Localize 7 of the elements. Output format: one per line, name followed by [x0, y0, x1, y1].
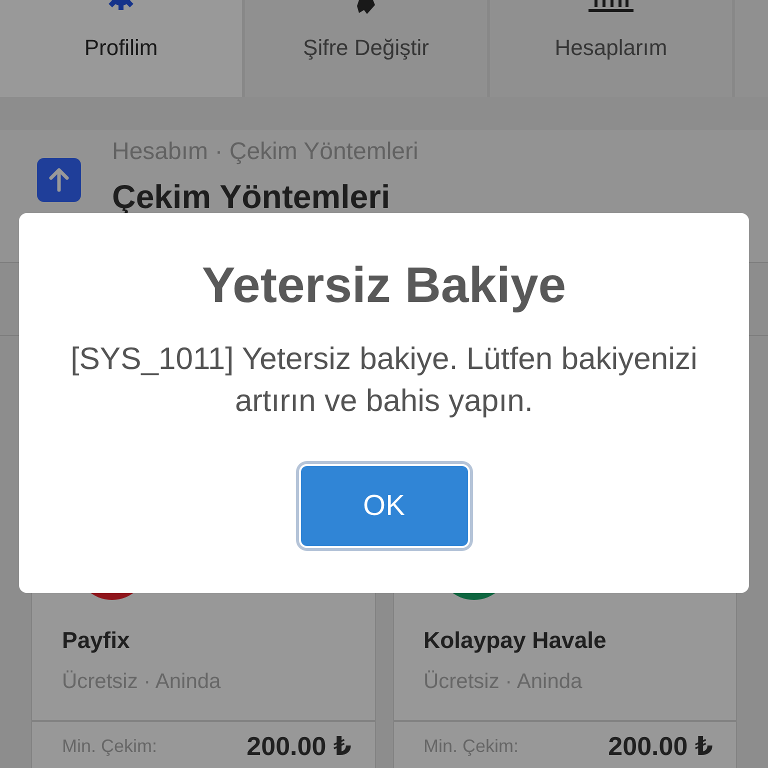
min-withdrawal-amount: 200.00 ₺	[608, 731, 713, 762]
min-withdrawal-amount: 200.00 ₺	[246, 731, 352, 762]
dialog-message: [SYS_1011] Yetersiz bakiye. Lütfen bakiyenizi artırın ve bahis yapın.	[70, 340, 698, 420]
method-name: Kolaypay Havale	[424, 626, 608, 655]
dialog-title: Yetersiz Bakiye	[202, 256, 566, 314]
page-title: Çekim Yöntemleri	[112, 177, 392, 217]
method-name: Payfix	[62, 626, 131, 655]
